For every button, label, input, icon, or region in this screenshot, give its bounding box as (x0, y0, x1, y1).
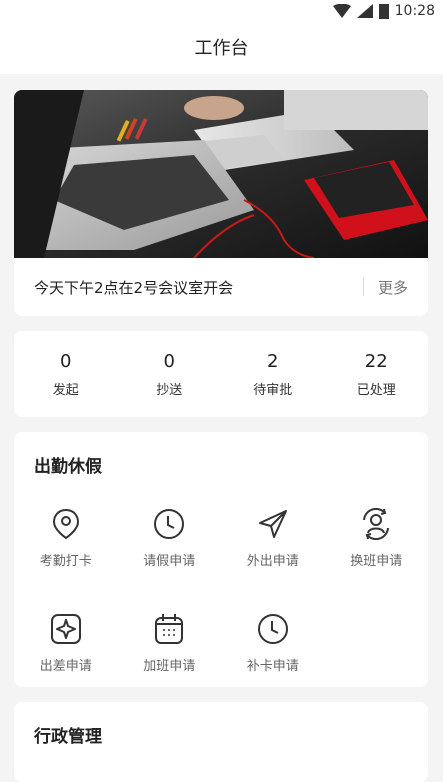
stat-pending[interactable]: 2 待审批 (221, 331, 325, 417)
grid-label: 外出申请 (246, 554, 299, 569)
missed-punch-request[interactable]: 补卡申请 (221, 601, 325, 687)
banner-card: 今天下午2点在2号会议室开会 更多 (14, 90, 428, 316)
location-pin-icon (52, 508, 79, 540)
stat-value: 2 (267, 350, 279, 372)
stat-value: 0 (163, 350, 175, 372)
section-title-attendance: 出勤休假 (34, 457, 102, 477)
clock-icon (154, 509, 185, 539)
section-title-admin: 行政管理 (34, 727, 102, 747)
admin-card: 行政管理 (14, 702, 428, 782)
grid-label: 加班申请 (143, 659, 196, 674)
stat-value: 22 (364, 350, 388, 372)
attendance-card: 出勤休假 考勤打卡 请假申请 外出申请 换班申请 出差申请 加班申请 补卡申请 (14, 432, 428, 687)
clock-icon (257, 614, 288, 644)
page-title: 工作台 (0, 26, 443, 74)
paper-plane-icon (258, 510, 287, 538)
business-trip-request[interactable]: 出差申请 (14, 601, 118, 687)
wifi-icon (332, 4, 351, 18)
airplane-icon (50, 614, 81, 644)
stat-processed[interactable]: 22 已处理 (325, 331, 429, 417)
stat-initiated[interactable]: 0 发起 (14, 331, 118, 417)
grid-label: 补卡申请 (246, 659, 299, 674)
more-link[interactable]: 更多 (378, 277, 408, 298)
grid-label: 出差申请 (39, 659, 92, 674)
status-bar: 10:28 (0, 0, 443, 26)
calendar-icon (155, 614, 184, 644)
grid-label: 考勤打卡 (39, 554, 92, 569)
overtime-request[interactable]: 加班申请 (118, 601, 222, 687)
outing-request[interactable]: 外出申请 (221, 496, 325, 601)
battery-icon (378, 4, 389, 19)
banner-image[interactable] (14, 90, 428, 258)
stat-label: 抄送 (156, 382, 183, 398)
stat-value: 0 (60, 350, 72, 372)
leave-request[interactable]: 请假申请 (118, 496, 222, 601)
notice-text: 今天下午2点在2号会议室开会 (34, 278, 234, 297)
status-time: 10:28 (394, 3, 435, 19)
stat-label: 已处理 (356, 382, 396, 398)
signal-icon (356, 4, 373, 18)
divider (362, 278, 364, 296)
stats-card: 0 发起 0 抄送 2 待审批 22 已处理 (14, 331, 428, 417)
notice-bar[interactable]: 今天下午2点在2号会议室开会 更多 (14, 258, 428, 316)
user-swap-icon (363, 507, 390, 541)
stat-cc[interactable]: 0 抄送 (118, 331, 222, 417)
grid-label: 换班申请 (350, 554, 403, 569)
grid-label: 请假申请 (143, 554, 196, 569)
stat-label: 发起 (52, 382, 79, 398)
shift-swap-request[interactable]: 换班申请 (325, 496, 429, 601)
attendance-checkin[interactable]: 考勤打卡 (14, 496, 118, 601)
stat-label: 待审批 (253, 382, 293, 398)
